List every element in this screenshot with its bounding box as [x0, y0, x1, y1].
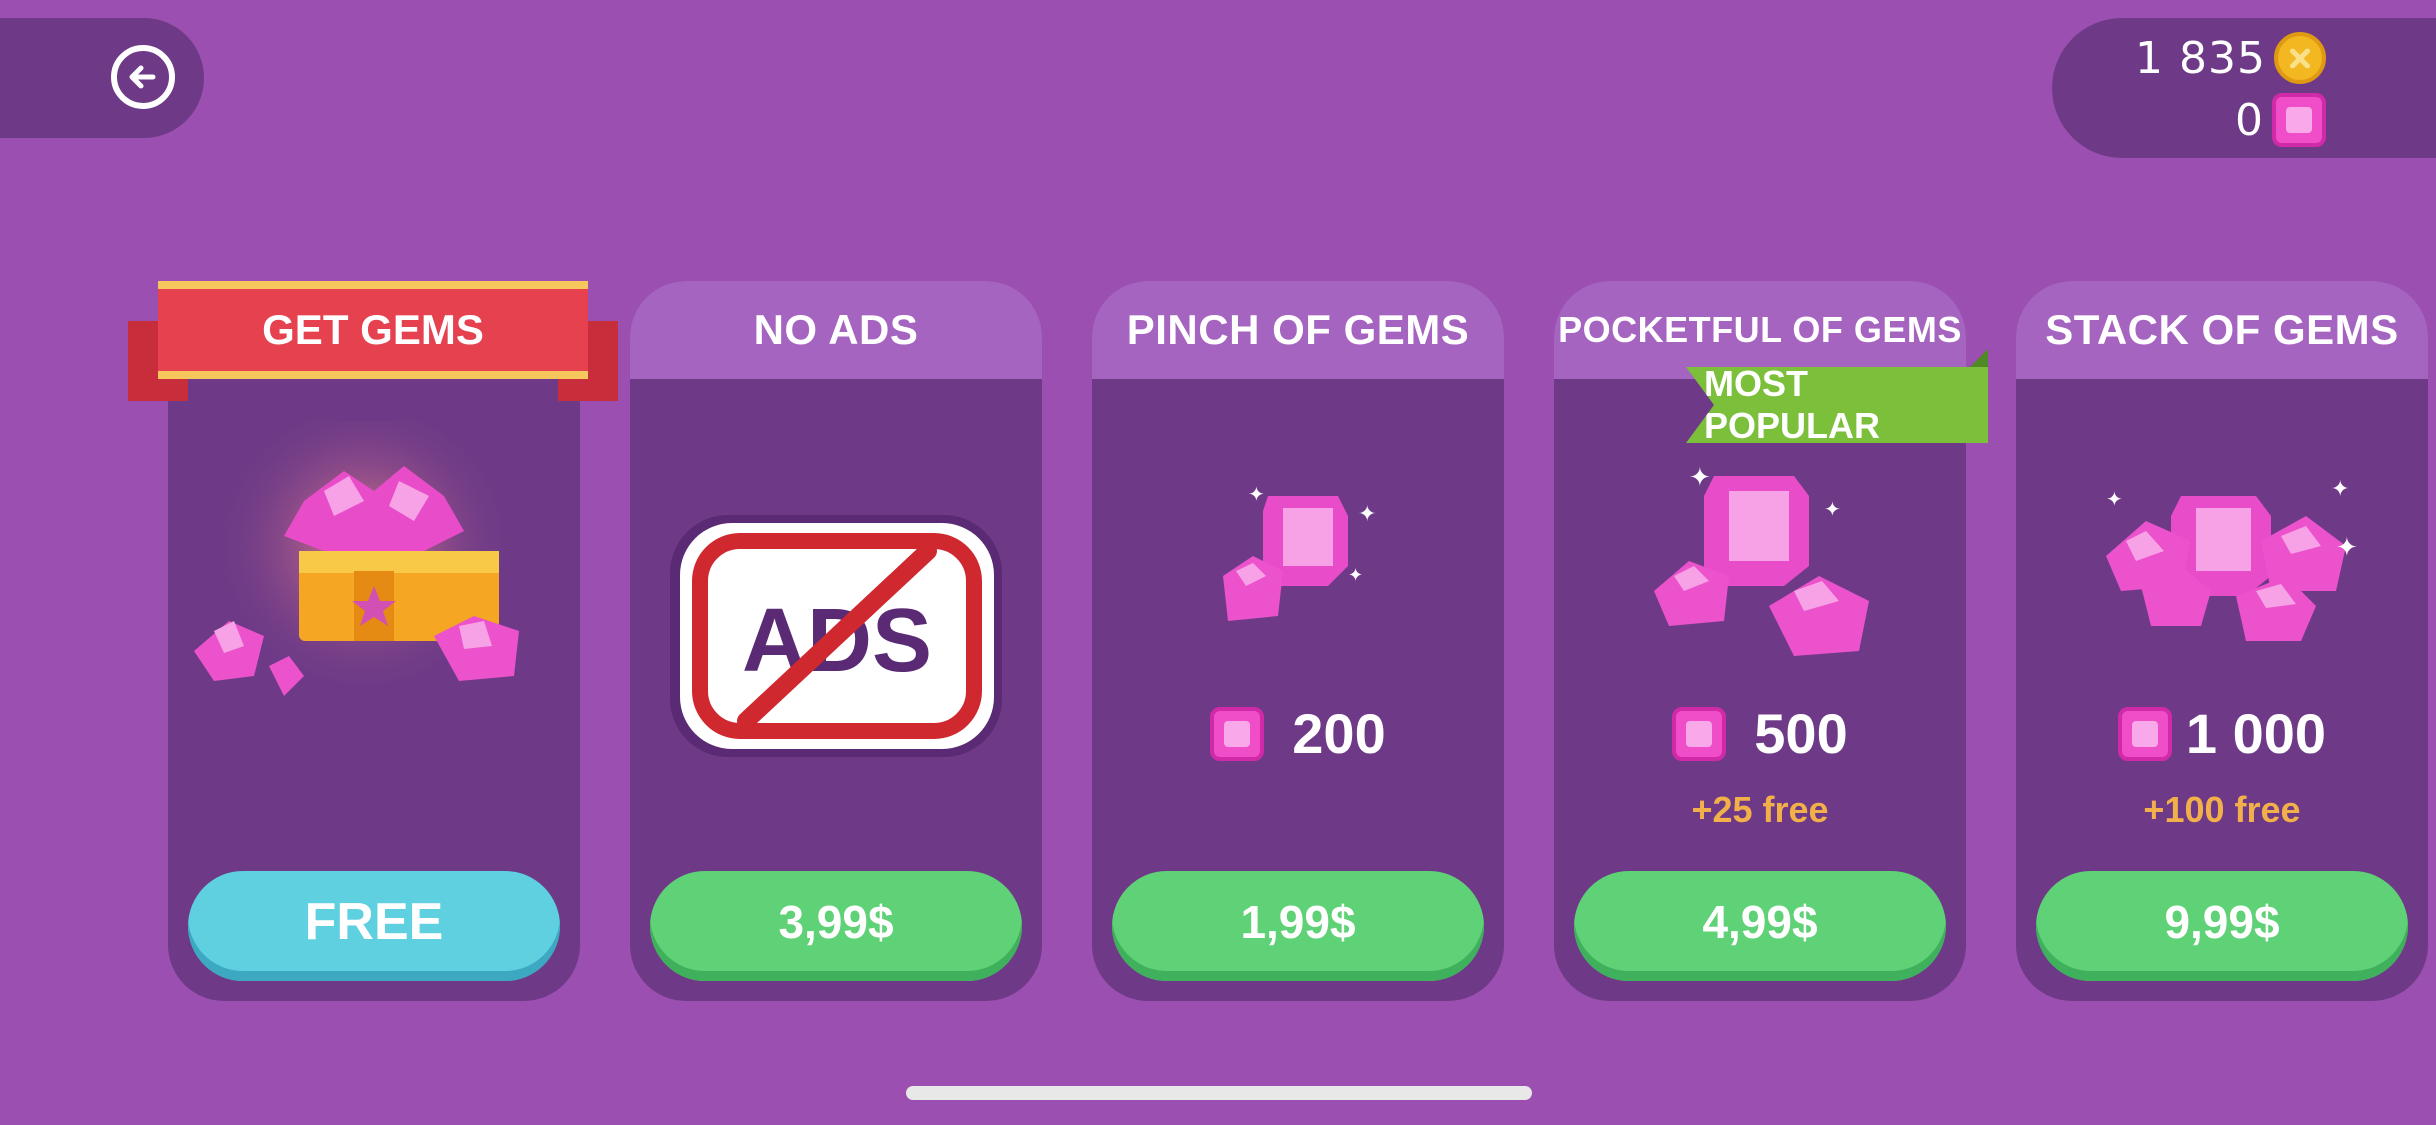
gem-quantity-value: 1 000	[2185, 702, 2327, 765]
gem-quantity: 500	[1554, 701, 1966, 766]
card-header: NO ADS	[630, 281, 1042, 379]
card-header: STACK OF GEMS	[2016, 281, 2428, 379]
coin-balance: 1 835	[2135, 30, 2326, 86]
gem-quantity-value: 500	[1754, 702, 1848, 765]
card-header: POCKETFUL OF GEMS	[1554, 281, 1966, 379]
gem-count: 0	[2235, 94, 2264, 146]
gem-quantity: 200	[1092, 701, 1504, 766]
most-popular-tag: MOST POPULAR	[1686, 367, 1988, 443]
buy-stack-button[interactable]: 9,99$	[2036, 871, 2408, 981]
svg-text:✦: ✦	[1248, 482, 1265, 506]
gems-small-pile-icon: ✦ ✦ ✦	[1223, 482, 1376, 621]
card-no-ads: NO ADS ADS 3,99$	[630, 281, 1042, 1001]
popular-tag-fold	[1968, 349, 1988, 369]
coin-icon	[2274, 32, 2326, 84]
svg-text:✦: ✦	[2106, 487, 2123, 511]
card-stack-of-gems: STACK OF GEMS ✦ ✦ ✦ 1 000 +100 free 9,99…	[2016, 281, 2428, 1001]
free-button[interactable]: FREE	[188, 871, 560, 981]
gem-icon	[2272, 93, 2326, 147]
bonus-text: +100 free	[2143, 789, 2301, 830]
back-arrow-icon	[129, 65, 156, 89]
gem-quantity-value: 200	[1292, 702, 1386, 765]
svg-text:✦: ✦	[2336, 533, 2358, 563]
get-gems-ribbon: GET GEMS	[128, 281, 618, 411]
gem-icon	[2117, 706, 2172, 761]
ribbon-title: GET GEMS	[158, 281, 588, 379]
home-indicator[interactable]	[906, 1086, 1532, 1100]
currency-panel: 1 835 0	[2052, 18, 2436, 158]
bonus-text: +25 free	[1691, 789, 1829, 830]
svg-text:✦: ✦	[1358, 502, 1376, 527]
svg-text:✦: ✦	[1348, 565, 1363, 586]
gem-icon	[1672, 706, 1727, 761]
gem-quantity: 1 000	[2016, 701, 2428, 766]
treasure-chest-icon	[194, 421, 519, 711]
coin-count: 1 835	[2135, 32, 2266, 84]
buy-pinch-button[interactable]: 1,99$	[1112, 871, 1484, 981]
gems-medium-pile-icon: ✦ ✦	[1654, 463, 1869, 656]
svg-text:✦: ✦	[1689, 463, 1711, 493]
svg-text:✦: ✦	[2331, 477, 2349, 502]
card-pinch-of-gems: PINCH OF GEMS ✦ ✦ ✦ 200 1,99$	[1092, 281, 1504, 1001]
buy-no-ads-button[interactable]: 3,99$	[650, 871, 1022, 981]
gem-icon	[1210, 706, 1265, 761]
back-button[interactable]	[111, 45, 175, 109]
svg-text:✦: ✦	[1824, 497, 1841, 521]
card-header: PINCH OF GEMS	[1092, 281, 1504, 379]
no-ads-icon: ADS	[670, 515, 1002, 757]
gem-balance: 0	[2235, 92, 2326, 148]
buy-pocketful-button[interactable]: 4,99$	[1574, 871, 1946, 981]
gems-large-pile-icon: ✦ ✦ ✦	[2106, 477, 2358, 641]
